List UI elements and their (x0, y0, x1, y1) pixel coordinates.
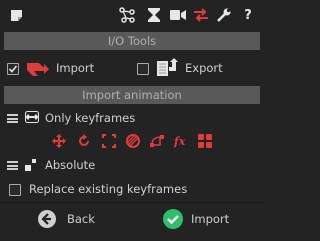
position-mode-label: Absolute (45, 158, 96, 172)
back-icon (38, 210, 56, 231)
opacity-icon[interactable] (126, 134, 140, 148)
help-icon[interactable]: ? (240, 7, 256, 23)
position-mode-row[interactable]: Absolute (0, 155, 264, 175)
bezier-icon[interactable] (150, 134, 164, 148)
fx-icon[interactable]: fx (174, 135, 185, 149)
camera-icon[interactable] (170, 7, 186, 23)
footer-divider (0, 202, 264, 203)
rotate-icon[interactable] (77, 134, 91, 148)
import-checkbox[interactable] (7, 63, 19, 75)
import-button[interactable]: Import (132, 204, 264, 234)
move-icon[interactable] (52, 134, 66, 148)
menu-icon[interactable] (7, 114, 18, 123)
scale-icon[interactable] (102, 134, 116, 148)
keyframes-mode-row[interactable]: Only keyframes (0, 108, 264, 128)
absolute-icon (25, 159, 37, 174)
check-circle-icon (163, 209, 183, 232)
import-icon (25, 59, 51, 82)
import-button-label: Import (191, 212, 230, 226)
keyframe-icon (25, 111, 39, 126)
replace-checkbox[interactable] (9, 184, 21, 196)
io-tools-header: I/O Tools (4, 32, 260, 50)
import-label[interactable]: Import (56, 61, 94, 75)
wrench-icon[interactable] (216, 7, 232, 23)
hourglass-icon[interactable] (146, 7, 162, 23)
back-label: Back (67, 212, 95, 226)
import-animation-header: Import animation (4, 86, 260, 104)
swap-arrows-icon[interactable] (193, 7, 209, 23)
export-label[interactable]: Export (185, 61, 223, 75)
export-checkbox[interactable] (137, 63, 149, 75)
menu-icon[interactable] (7, 161, 18, 170)
toolbar: ? (0, 0, 264, 31)
io-row: Import Export (0, 56, 264, 82)
keyframes-mode-label: Only keyframes (45, 111, 136, 125)
note-icon[interactable] (8, 7, 24, 23)
replace-label[interactable]: Replace existing keyframes (29, 182, 187, 196)
grid-icon[interactable] (198, 134, 212, 148)
tree-icon[interactable] (119, 7, 135, 23)
replace-row: Replace existing keyframes (0, 179, 264, 199)
export-icon (156, 58, 178, 81)
back-button[interactable]: Back (0, 204, 131, 234)
